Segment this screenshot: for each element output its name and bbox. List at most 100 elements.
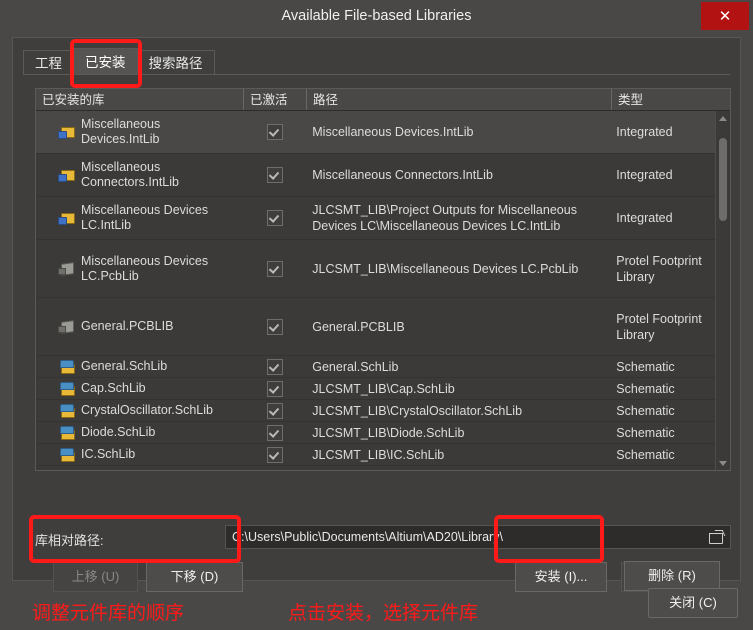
activated-checkbox[interactable]	[267, 124, 283, 140]
scroll-down-arrow-icon[interactable]	[716, 456, 730, 470]
cell-path: JLCSMT_LIB\Cap.SchLib	[306, 381, 610, 397]
cell-activated	[243, 167, 306, 183]
relative-path-input[interactable]: C:\Users\Public\Documents\Altium\AD20\Li…	[225, 525, 731, 549]
cell-activated	[243, 447, 306, 463]
cell-type: Protel Footprint Library	[610, 311, 715, 343]
cell-path: JLCSMT_LIB\IC.SchLib	[306, 447, 610, 463]
intlib-icon	[58, 125, 75, 140]
library-name-text: General.PCBLIB	[81, 319, 173, 334]
move-up-button[interactable]: 上移 (U)	[53, 562, 138, 592]
install-button[interactable]: 安装 (I)...	[515, 562, 607, 592]
dialog-title: Available File-based Libraries	[0, 0, 753, 32]
cell-library-name: Miscellaneous Devices LC.PcbLib	[36, 254, 243, 284]
annotation-order-text: 调整元件库的顺序	[32, 598, 184, 625]
tab-installed[interactable]: 已安装	[73, 48, 138, 75]
cell-activated	[243, 425, 306, 441]
cell-type: Protel Footprint Library	[610, 253, 715, 285]
remove-button[interactable]: 删除 (R)	[624, 561, 720, 591]
table-vertical-scrollbar[interactable]	[715, 111, 730, 470]
library-name-text: Miscellaneous Devices LC.PcbLib	[81, 254, 237, 284]
table-row[interactable]: CrystalOscillator.SchLib JLCSMT_LIB\Cryst…	[36, 400, 715, 422]
cell-type: Schematic	[610, 403, 715, 419]
dialog-body: 工程 已安装 搜索路径 已安装的库 已激活 路径 类型 Miscellaneou…	[12, 37, 741, 581]
scroll-up-arrow-icon[interactable]	[716, 111, 730, 125]
cell-type: Schematic	[610, 381, 715, 397]
table-row[interactable]: IC.SchLib JLCSMT_LIB\IC.SchLibSchematic	[36, 444, 715, 466]
intlib-icon	[58, 168, 75, 183]
cell-path: Miscellaneous Connectors.IntLib	[306, 167, 610, 183]
cell-activated	[243, 359, 306, 375]
library-name-text: Miscellaneous Devices LC.IntLib	[81, 203, 237, 233]
cell-path: JLCSMT_LIB\Project Outputs for Miscellan…	[306, 202, 610, 234]
cell-library-name: Diode.SchLib	[36, 425, 243, 440]
installed-libraries-table: 已安装的库 已激活 路径 类型 Miscellaneous Devices.In…	[35, 88, 731, 471]
folder-open-icon[interactable]	[709, 530, 724, 544]
cell-activated	[243, 261, 306, 277]
column-header-activated[interactable]: 已激活	[244, 89, 307, 110]
cell-type: Integrated	[610, 124, 715, 140]
activated-checkbox[interactable]	[267, 210, 283, 226]
cell-type: Schematic	[610, 359, 715, 375]
cell-type: Integrated	[610, 167, 715, 183]
cell-type: Schematic	[610, 447, 715, 463]
annotation-install-text: 点击安装，选择元件库	[288, 598, 478, 625]
tab-search-paths[interactable]: 搜索路径	[137, 50, 215, 75]
table-row[interactable]: General.PCBLIBGeneral.PCBLIBProtel Footp…	[36, 298, 715, 356]
cell-library-name: IC.SchLib	[36, 447, 243, 462]
table-row[interactable]: General.SchLibGeneral.SchLibSchematic	[36, 356, 715, 378]
tab-underline	[23, 74, 730, 75]
table-header-row: 已安装的库 已激活 路径 类型	[36, 89, 730, 111]
tab-strip: 工程 已安装 搜索路径	[23, 48, 214, 75]
cell-activated	[243, 210, 306, 226]
table-body: Miscellaneous Devices.IntLib Miscellaneou…	[36, 111, 715, 470]
scrollbar-thumb[interactable]	[719, 138, 727, 221]
cell-type: Schematic	[610, 425, 715, 441]
intlib-icon	[58, 211, 75, 226]
cell-path: Miscellaneous Devices.IntLib	[306, 124, 610, 140]
column-header-path[interactable]: 路径	[307, 89, 612, 110]
activated-checkbox[interactable]	[267, 261, 283, 277]
cell-path: JLCSMT_LIB\CrystalOscillator.SchLib	[306, 403, 610, 419]
tab-project[interactable]: 工程	[23, 50, 74, 75]
column-header-type[interactable]: 类型	[612, 89, 717, 110]
activated-checkbox[interactable]	[267, 319, 283, 335]
cell-activated	[243, 403, 306, 419]
title-bar: Available File-based Libraries ✕	[0, 0, 753, 32]
table-row[interactable]: Miscellaneous Connectors.IntLib Miscellan…	[36, 154, 715, 197]
activated-checkbox[interactable]	[267, 425, 283, 441]
cell-library-name: CrystalOscillator.SchLib	[36, 403, 243, 418]
table-row[interactable]: Diode.SchLib JLCSMT_LIB\Diode.SchLibSchem…	[36, 422, 715, 444]
close-button[interactable]: 关闭 (C)	[648, 588, 738, 618]
cell-library-name: Miscellaneous Connectors.IntLib	[36, 160, 243, 190]
move-down-button[interactable]: 下移 (D)	[146, 562, 243, 592]
schlib-icon	[58, 381, 75, 396]
cell-activated	[243, 319, 306, 335]
library-name-text: Cap.SchLib	[81, 381, 146, 396]
schlib-icon	[58, 447, 75, 462]
cell-library-name: General.SchLib	[36, 359, 243, 374]
relative-path-value: C:\Users\Public\Documents\Altium\AD20\Li…	[232, 530, 503, 544]
table-row[interactable]: Miscellaneous Devices LC.IntLib JLCSMT_LI…	[36, 197, 715, 240]
activated-checkbox[interactable]	[267, 167, 283, 183]
library-name-text: General.SchLib	[81, 359, 167, 374]
column-header-name[interactable]: 已安装的库	[36, 89, 244, 110]
cell-type: Integrated	[610, 210, 715, 226]
activated-checkbox[interactable]	[267, 403, 283, 419]
cell-activated	[243, 381, 306, 397]
activated-checkbox[interactable]	[267, 447, 283, 463]
table-row[interactable]: Miscellaneous Devices.IntLib Miscellaneou…	[36, 111, 715, 154]
library-name-text: CrystalOscillator.SchLib	[81, 403, 213, 418]
library-name-text: Miscellaneous Devices.IntLib	[81, 117, 237, 147]
activated-checkbox[interactable]	[267, 359, 283, 375]
cell-library-name: Cap.SchLib	[36, 381, 243, 396]
available-libraries-dialog: Available File-based Libraries ✕ 工程 已安装 …	[0, 0, 753, 630]
activated-checkbox[interactable]	[267, 381, 283, 397]
schlib-icon	[58, 403, 75, 418]
table-row[interactable]: Cap.SchLib JLCSMT_LIB\Cap.SchLibSchematic	[36, 378, 715, 400]
relative-path-label: 库相对路径:	[35, 530, 104, 549]
cell-path: General.PCBLIB	[306, 319, 610, 335]
pcblib-icon	[58, 261, 75, 276]
cell-path: JLCSMT_LIB\Diode.SchLib	[306, 425, 610, 441]
table-row[interactable]: Miscellaneous Devices LC.PcbLibJLCSMT_LI…	[36, 240, 715, 298]
close-icon[interactable]: ✕	[701, 2, 749, 30]
